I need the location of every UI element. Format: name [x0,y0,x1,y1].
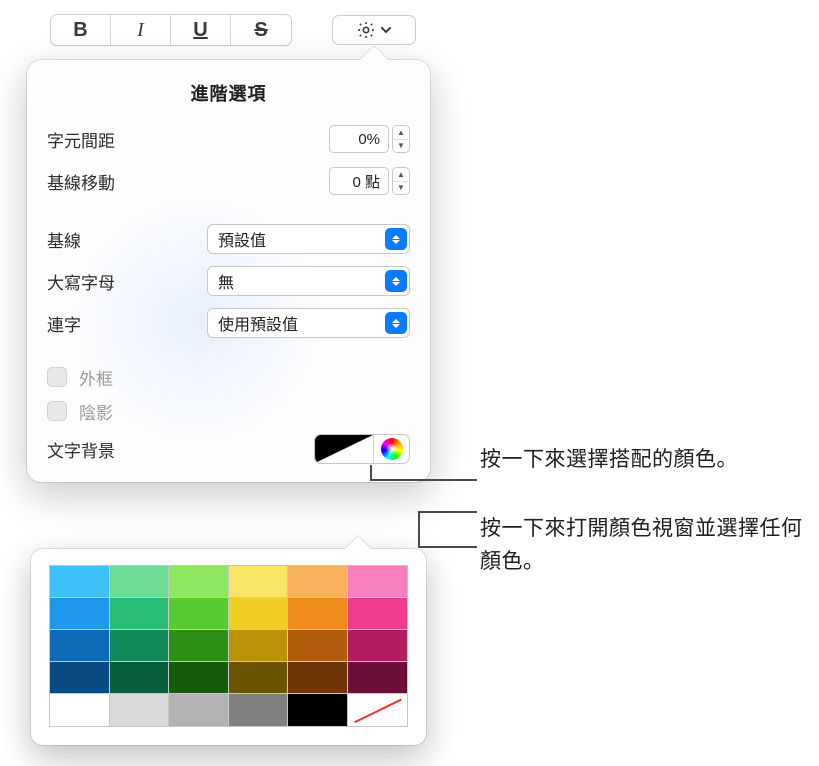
no-color-swatch[interactable] [348,694,408,726]
color-swatch[interactable] [50,598,110,630]
color-swatch[interactable] [169,694,229,726]
baseline-shift-down[interactable]: ▼ [393,182,409,195]
popover-title: 進階選項 [27,60,430,118]
color-swatch[interactable] [229,662,289,694]
baseline-shift-stepper: 0 點 ▲ ▼ [329,167,410,195]
select-arrows-icon [385,312,407,334]
callout-text-2: 按一下來打開顏色視窗並選擇任何顏色。 [480,513,810,578]
text-background-controls [314,434,410,464]
color-swatch[interactable] [50,662,110,694]
ligature-value: 使用預設值 [218,311,298,335]
outline-label: 外框 [79,365,113,390]
color-swatch[interactable] [50,630,110,662]
outline-row: 外框 [27,360,430,394]
baseline-shift-up[interactable]: ▲ [393,168,409,182]
color-swatch[interactable] [229,694,289,726]
color-wheel-icon [381,438,403,460]
gear-icon [356,20,376,40]
advanced-options-button[interactable] [332,15,416,45]
color-swatch[interactable] [288,662,348,694]
callout-text-1: 按一下來選擇搭配的顏色。 [480,444,738,477]
outline-checkbox[interactable] [47,367,67,387]
text-background-row: 文字背景 [27,428,430,472]
color-swatch[interactable] [288,630,348,662]
select-arrows-icon [385,270,407,292]
color-swatch[interactable] [110,630,170,662]
baseline-label: 基線 [47,227,167,252]
color-swatch[interactable] [229,566,289,598]
baseline-shift-field[interactable]: 0 點 [329,167,389,195]
color-swatch[interactable] [110,694,170,726]
baseline-select[interactable]: 預設值 [207,224,410,254]
italic-label: I [137,19,144,42]
color-swatch[interactable] [169,566,229,598]
color-swatch[interactable] [348,598,408,630]
shadow-label: 陰影 [79,399,113,424]
format-toolbar: B I U S [50,14,420,46]
color-swatch[interactable] [110,662,170,694]
callout-leader [370,479,477,481]
ligature-label: 連字 [47,311,167,336]
callout-leader [418,546,477,548]
bold-label: B [73,19,87,42]
color-swatch[interactable] [169,630,229,662]
color-swatch[interactable] [169,598,229,630]
underline-button[interactable]: U [171,15,231,45]
char-spacing-stepper: 0% ▲ ▼ [329,125,410,153]
baseline-shift-stepper-btns: ▲ ▼ [392,167,410,195]
italic-button[interactable]: I [111,15,171,45]
color-swatch-grid [49,565,408,727]
ligature-row: 連字 使用預設值 [27,302,430,344]
char-spacing-field[interactable]: 0% [329,125,389,153]
text-style-segmented: B I U S [50,14,292,46]
char-spacing-value: 0% [358,131,380,148]
char-spacing-down[interactable]: ▼ [393,140,409,153]
color-swatch[interactable] [110,566,170,598]
divider [27,344,430,360]
divider [27,202,430,218]
char-spacing-up[interactable]: ▲ [393,126,409,140]
color-swatch[interactable] [50,566,110,598]
select-arrows-icon [385,228,407,250]
color-swatch[interactable] [348,566,408,598]
underline-label: U [193,19,207,42]
callout-leader [418,511,477,513]
baseline-value: 預設值 [218,227,266,251]
ligature-select[interactable]: 使用預設值 [207,308,410,338]
strike-button[interactable]: S [231,15,291,45]
color-swatch[interactable] [348,662,408,694]
shadow-checkbox[interactable] [47,401,67,421]
color-swatch[interactable] [229,630,289,662]
caps-value: 無 [218,269,234,293]
char-spacing-label: 字元間距 [47,127,167,152]
color-wheel-button[interactable] [373,435,409,463]
color-swatch[interactable] [288,566,348,598]
shadow-row: 陰影 [27,394,430,428]
text-background-label: 文字背景 [47,437,115,462]
baseline-shift-row: 基線移動 0 點 ▲ ▼ [27,160,430,202]
char-spacing-stepper-btns: ▲ ▼ [392,125,410,153]
color-swatch[interactable] [288,694,348,726]
caps-select[interactable]: 無 [207,266,410,296]
bold-button[interactable]: B [51,15,111,45]
caps-row: 大寫字母 無 [27,260,430,302]
baseline-shift-label: 基線移動 [47,169,167,194]
baseline-shift-value: 0 點 [352,171,380,192]
color-swatch[interactable] [348,630,408,662]
chevron-down-icon [380,24,392,36]
caps-label: 大寫字母 [47,269,167,294]
color-swatch[interactable] [288,598,348,630]
color-swatch[interactable] [50,694,110,726]
color-swatch[interactable] [169,662,229,694]
color-swatch[interactable] [110,598,170,630]
color-well[interactable] [315,435,373,463]
strike-label: S [254,19,267,42]
color-swatch-popover [31,549,426,745]
char-spacing-row: 字元間距 0% ▲ ▼ [27,118,430,160]
color-swatch[interactable] [229,598,289,630]
advanced-options-popover: 進階選項 字元間距 0% ▲ ▼ 基線移動 0 點 ▲ ▼ 基線 預設值 大寫字 [27,60,430,482]
baseline-row: 基線 預設值 [27,218,430,260]
